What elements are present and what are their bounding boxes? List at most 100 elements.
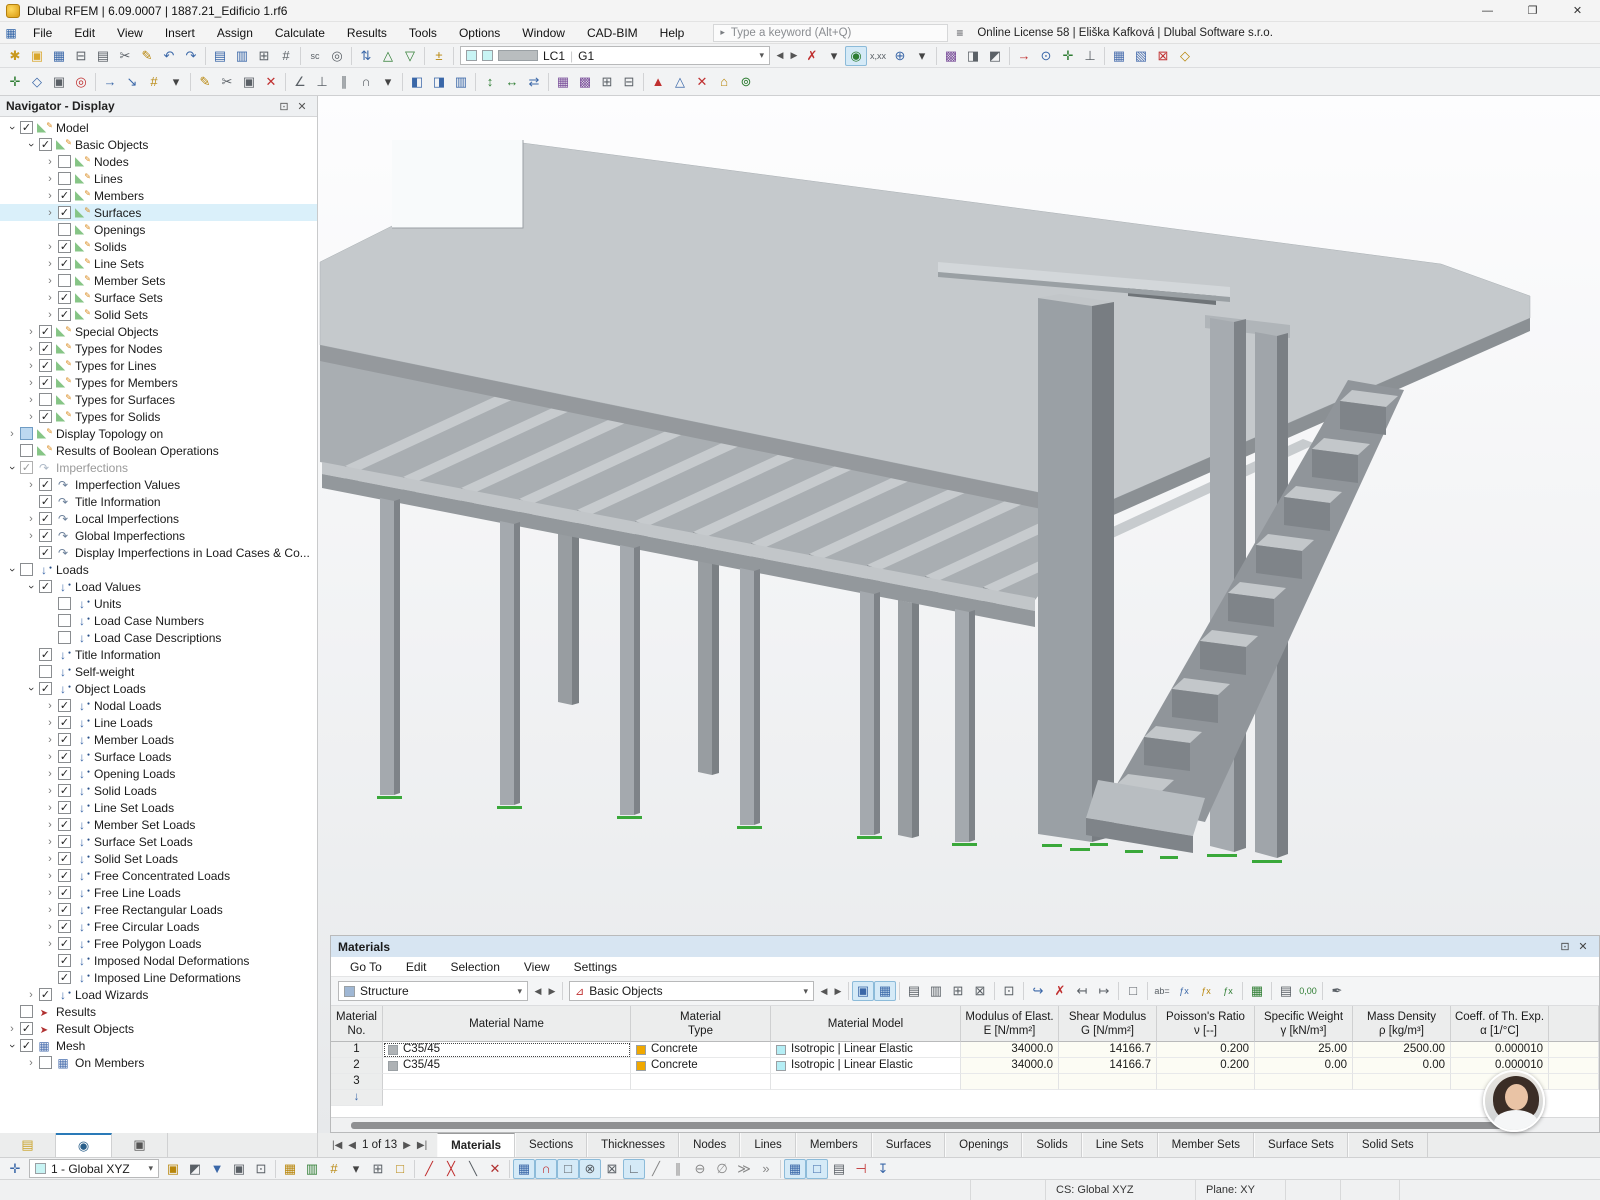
visibility-checkbox[interactable]: ✓: [58, 818, 71, 831]
expander-icon[interactable]: ›: [42, 768, 58, 780]
expander-icon[interactable]: ›: [23, 513, 39, 525]
search-list-icon[interactable]: ≡: [956, 26, 963, 40]
visibility-checkbox[interactable]: [58, 155, 71, 168]
print-icon[interactable]: ⊟: [70, 46, 92, 66]
section-icon[interactable]: ◩: [984, 46, 1006, 66]
perp-icon[interactable]: ⊥: [1079, 46, 1101, 66]
table-tab[interactable]: Lines: [740, 1133, 796, 1157]
tree-item[interactable]: ›✓Types for Members: [0, 374, 317, 391]
visibility-checkbox[interactable]: ✓: [58, 699, 71, 712]
tree-item[interactable]: ›✓Surface Set Loads: [0, 833, 317, 850]
target-icon[interactable]: ◎: [326, 46, 348, 66]
minimize-button[interactable]: —: [1465, 0, 1510, 22]
tree-item[interactable]: ›Member Sets: [0, 272, 317, 289]
expander-icon[interactable]: ›: [42, 207, 58, 219]
tree-item[interactable]: ✓Imposed Line Deformations: [0, 969, 317, 986]
menu-item[interactable]: File: [22, 22, 63, 44]
fx-global-icon[interactable]: ƒx: [1217, 981, 1239, 1001]
line-tool-icon[interactable]: ╱: [418, 1159, 440, 1179]
expander-icon[interactable]: ›: [42, 887, 58, 899]
tree-item[interactable]: Openings: [0, 221, 317, 238]
prev-table-button[interactable]: ◀: [531, 986, 545, 997]
table-cell[interactable]: 2500.00: [1353, 1042, 1451, 1058]
tree-item[interactable]: ›✓Line Sets: [0, 255, 317, 272]
expander-icon[interactable]: ›: [23, 377, 39, 389]
tree-item[interactable]: ›✓Imperfection Values: [0, 476, 317, 493]
fit-icon[interactable]: ⊡: [998, 981, 1020, 1001]
expander-icon[interactable]: ›: [42, 819, 58, 831]
visibility-checkbox[interactable]: ✓: [39, 342, 52, 355]
tree-item[interactable]: ✓Imposed Nodal Deformations: [0, 952, 317, 969]
caret2-icon[interactable]: ▾: [377, 72, 399, 92]
home-icon[interactable]: ⌂: [713, 72, 735, 92]
visibility-checkbox[interactable]: [39, 1056, 52, 1069]
snap-circle-icon[interactable]: ⊗: [579, 1159, 601, 1179]
expander-icon[interactable]: ›: [42, 309, 58, 321]
next-page-icon[interactable]: ▶: [403, 1140, 411, 1151]
visibility-checkbox[interactable]: ✓: [39, 410, 52, 423]
anchor-icon[interactable]: ↧: [872, 1159, 894, 1179]
sc-icon[interactable]: sc: [304, 46, 326, 66]
visibility-checkbox[interactable]: ✓: [58, 903, 71, 916]
visibility-checkbox[interactable]: ✓: [39, 376, 52, 389]
fx-edit-icon[interactable]: ƒx: [1195, 981, 1217, 1001]
decimal-icon[interactable]: 0,00: [1297, 981, 1319, 1001]
expander-icon[interactable]: ›: [6, 1038, 18, 1054]
mesh-icon[interactable]: ▦: [1108, 46, 1130, 66]
grid-settings-icon[interactable]: ▦: [279, 1159, 301, 1179]
visibility-checkbox[interactable]: ✓: [58, 937, 71, 950]
box-select-icon[interactable]: □: [389, 1159, 411, 1179]
mesh-gen-icon[interactable]: ▦: [552, 72, 574, 92]
table-cell[interactable]: [1255, 1074, 1353, 1090]
materials-menu-item[interactable]: Go To: [339, 960, 393, 974]
visibility-icon[interactable]: ◉: [845, 46, 867, 66]
tree-item[interactable]: ›✓Types for Solids: [0, 408, 317, 425]
column-header[interactable]: Mass Densityρ [kg/m³]: [1353, 1006, 1451, 1042]
delete-guide-icon[interactable]: ✕: [484, 1159, 506, 1179]
delete-mesh-icon[interactable]: ⊠: [1152, 46, 1174, 66]
up-level-icon[interactable]: △: [377, 46, 399, 66]
visibility-checkbox[interactable]: ✓: [58, 801, 71, 814]
visibility-checkbox[interactable]: [58, 172, 71, 185]
table-cell[interactable]: 2: [331, 1058, 383, 1074]
menu-item[interactable]: Edit: [63, 22, 106, 44]
last-page-icon[interactable]: ▶|: [417, 1140, 427, 1151]
table-cell[interactable]: [771, 1074, 961, 1090]
tree-item[interactable]: ›✓Free Rectangular Loads: [0, 901, 317, 918]
table-tab[interactable]: Members: [796, 1133, 872, 1157]
table-tab[interactable]: Surfaces: [872, 1133, 945, 1157]
visibility-checkbox[interactable]: [20, 1005, 33, 1018]
materials-menu-item[interactable]: Edit: [395, 960, 438, 974]
tree-item[interactable]: ›✓Member Set Loads: [0, 816, 317, 833]
add-icon[interactable]: ✛: [1057, 46, 1079, 66]
grid-plus-icon[interactable]: ⊞: [596, 72, 618, 92]
visibility-checkbox[interactable]: [20, 563, 33, 576]
tree-item[interactable]: ›✓Solid Sets: [0, 306, 317, 323]
visibility-checkbox[interactable]: ✓: [39, 325, 52, 338]
check-icon[interactable]: ⊚: [735, 72, 757, 92]
float-panel-icon[interactable]: ⊡: [275, 100, 293, 113]
snap-box-icon[interactable]: □: [557, 1159, 579, 1179]
tree-item[interactable]: Units: [0, 595, 317, 612]
visibility-checkbox[interactable]: ✓: [58, 971, 71, 984]
menu-item[interactable]: Help: [649, 22, 696, 44]
menu-item[interactable]: Insert: [154, 22, 206, 44]
cross-tool-icon[interactable]: ╳: [440, 1159, 462, 1179]
hash-icon[interactable]: #: [275, 46, 297, 66]
filter-clear-icon[interactable]: ✗: [801, 46, 823, 66]
new-icon[interactable]: ✱: [4, 46, 26, 66]
tree-item[interactable]: ›✓Solids: [0, 238, 317, 255]
visibility-checkbox[interactable]: ✓: [39, 478, 52, 491]
menu-item[interactable]: Assign: [206, 22, 264, 44]
tree-item[interactable]: ›✓Members: [0, 187, 317, 204]
expander-icon[interactable]: ›: [42, 802, 58, 814]
prev-load-case-button[interactable]: ◀: [773, 50, 787, 61]
coordinate-system-combo[interactable]: 1 - Global XYZ ▾: [29, 1159, 159, 1178]
layers-icon[interactable]: ▤: [828, 1159, 850, 1179]
table-cell[interactable]: [1353, 1074, 1451, 1090]
column-header[interactable]: MaterialNo.: [331, 1006, 383, 1042]
arc-icon[interactable]: ∩: [355, 72, 377, 92]
dim-icon[interactable]: ⊣: [850, 1159, 872, 1179]
expander-icon[interactable]: ›: [23, 360, 39, 372]
next-object-button[interactable]: ▶: [831, 986, 845, 997]
